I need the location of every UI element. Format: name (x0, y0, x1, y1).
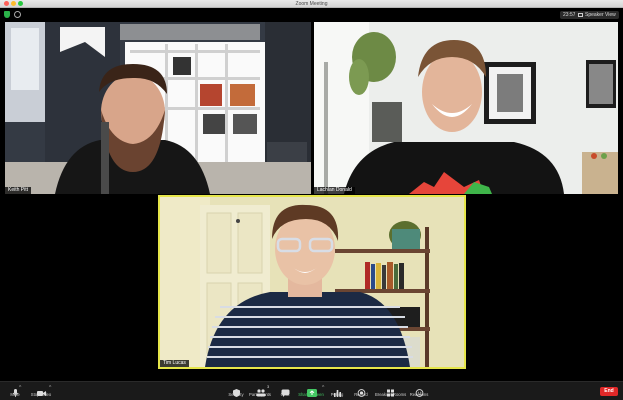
speaker-view-button[interactable]: Speaker View (575, 11, 619, 19)
participant-name-tag: Tim Lucas (160, 360, 189, 367)
people-icon (256, 384, 265, 397)
mute-options-caret[interactable]: ^ (19, 386, 23, 391)
zoom-window: Zoom Meeting 23:57 Speaker View Keith Pi… (0, 0, 623, 400)
speaker-view-label: Speaker View (585, 12, 616, 18)
video-tile-lachlan[interactable]: Lachlan Donald (314, 22, 618, 194)
shield-icon[interactable] (4, 11, 10, 18)
video-camera-icon (36, 384, 46, 396)
info-icon[interactable] (14, 11, 21, 18)
participants-count: 3 (267, 384, 270, 389)
grid-icon (386, 384, 395, 397)
window-title: Zoom Meeting (295, 1, 328, 7)
breakout-rooms-button[interactable]: Breakout Rooms (375, 383, 406, 400)
title-bar: Zoom Meeting (0, 0, 623, 8)
share-arrow-icon (306, 384, 317, 397)
meeting-top-strip: 23:57 Speaker View (0, 8, 623, 22)
video-options-caret[interactable]: ^ (49, 386, 53, 391)
participant-name-tag: Keith Pitt (5, 187, 32, 194)
record-button[interactable]: Record (346, 383, 376, 400)
record-icon (357, 384, 366, 397)
video-feed (314, 22, 618, 194)
shield-icon (232, 384, 241, 397)
bar-chart-icon (333, 384, 342, 397)
grid-icon (578, 12, 583, 17)
chat-bubble-icon (281, 384, 290, 397)
meeting-toolbar: Mute ^ Stop Video ^ Security Participant… (0, 381, 623, 400)
video-feed (5, 22, 311, 194)
video-tile-tim-active-speaker[interactable]: Tim Lucas (158, 195, 466, 369)
reactions-button[interactable]: Reactions (404, 383, 434, 400)
end-meeting-button[interactable]: End (600, 387, 618, 396)
video-tile-keith[interactable]: Keith Pitt (5, 22, 311, 194)
smiley-icon (415, 384, 424, 397)
video-feed (160, 197, 464, 367)
participant-name-tag: Lachlan Donald (314, 187, 355, 194)
